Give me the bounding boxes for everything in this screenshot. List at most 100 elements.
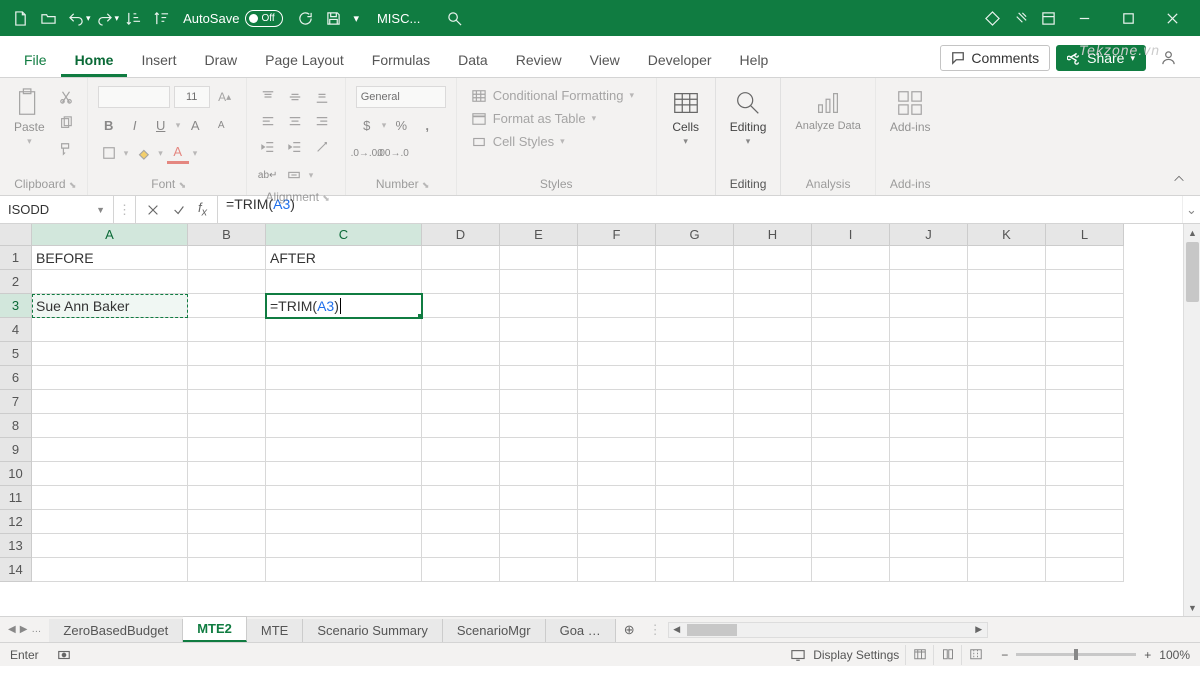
sheet-tab[interactable]: MTE2 [183,616,247,642]
cell-I10[interactable] [812,462,890,486]
cell-styles-button[interactable]: Cell Styles▾ [467,132,569,151]
cell-G6[interactable] [656,366,734,390]
cell-K11[interactable] [968,486,1046,510]
column-header[interactable]: E [500,224,578,246]
copy-icon[interactable] [55,112,77,134]
align-bottom-icon[interactable] [311,86,333,108]
cell-E12[interactable] [500,510,578,534]
cell-E2[interactable] [500,270,578,294]
cell-E1[interactable] [500,246,578,270]
cell-I2[interactable] [812,270,890,294]
clipboard-launcher-icon[interactable]: ⬊ [69,180,77,190]
cell-E5[interactable] [500,342,578,366]
cell-H3[interactable] [734,294,812,318]
display-settings-icon[interactable] [787,644,809,666]
account-icon[interactable] [1154,43,1182,71]
scroll-up-icon[interactable]: ▲ [1184,224,1200,241]
cell-B2[interactable] [188,270,266,294]
cell-K12[interactable] [968,510,1046,534]
cell-A12[interactable] [32,510,188,534]
tab-help[interactable]: Help [726,42,783,77]
save-icon[interactable] [319,4,347,32]
align-right-icon[interactable] [311,111,333,133]
cell-J10[interactable] [890,462,968,486]
macro-record-icon[interactable] [53,644,75,666]
cell-B12[interactable] [188,510,266,534]
cell-K4[interactable] [968,318,1046,342]
cell-E13[interactable] [500,534,578,558]
sort-asc-icon[interactable] [119,4,147,32]
cell-A14[interactable] [32,558,188,582]
cell-B4[interactable] [188,318,266,342]
sheet-tab[interactable]: ScenarioMgr [443,619,546,642]
cell-F6[interactable] [578,366,656,390]
column-header[interactable]: L [1046,224,1124,246]
column-header[interactable]: F [578,224,656,246]
cell-B6[interactable] [188,366,266,390]
grow-font-icon[interactable]: A [184,114,206,136]
cell-F4[interactable] [578,318,656,342]
cell-J14[interactable] [890,558,968,582]
alignment-launcher-icon[interactable]: ⬊ [322,193,330,203]
cell-H11[interactable] [734,486,812,510]
cell-D3[interactable] [422,294,500,318]
cell-J7[interactable] [890,390,968,414]
add-sheet-icon[interactable]: ⊕ [616,622,643,638]
column-header[interactable]: B [188,224,266,246]
cell-I13[interactable] [812,534,890,558]
cell-G1[interactable] [656,246,734,270]
cell-C3[interactable]: =TRIM(A3) [266,294,422,318]
cut-icon[interactable] [55,86,77,108]
cell-G12[interactable] [656,510,734,534]
row-header[interactable]: 11 [0,486,32,510]
cell-F3[interactable] [578,294,656,318]
touch-mode-icon[interactable] [1006,4,1034,32]
cell-B8[interactable] [188,414,266,438]
conditional-formatting-button[interactable]: Conditional Formatting▾ [467,86,638,105]
page-layout-view-icon[interactable] [933,645,961,665]
cell-C12[interactable] [266,510,422,534]
cell-A10[interactable] [32,462,188,486]
comments-button[interactable]: Comments [940,45,1050,71]
refresh-icon[interactable] [291,4,319,32]
cell-J4[interactable] [890,318,968,342]
cell-B1[interactable] [188,246,266,270]
tab-draw[interactable]: Draw [190,42,251,77]
editing-button[interactable]: Editing ▾ [726,86,771,149]
scroll-down-icon[interactable]: ▼ [1184,599,1200,616]
cell-D6[interactable] [422,366,500,390]
new-file-icon[interactable] [6,4,34,32]
sheet-tab[interactable]: MTE [247,619,303,642]
cell-D11[interactable] [422,486,500,510]
increase-decimal-icon[interactable]: .0→.00 [356,142,378,164]
cell-G8[interactable] [656,414,734,438]
cell-L7[interactable] [1046,390,1124,414]
cell-L11[interactable] [1046,486,1124,510]
cell-H4[interactable] [734,318,812,342]
border-icon[interactable] [98,142,120,164]
tab-file[interactable]: File [10,42,61,77]
page-break-view-icon[interactable] [961,645,989,665]
cell-H9[interactable] [734,438,812,462]
row-header[interactable]: 12 [0,510,32,534]
cell-H6[interactable] [734,366,812,390]
row-header[interactable]: 7 [0,390,32,414]
align-top-icon[interactable] [257,86,279,108]
zoom-level[interactable]: 100% [1159,648,1190,662]
merge-icon[interactable] [283,164,305,186]
cell-C10[interactable] [266,462,422,486]
cell-J2[interactable] [890,270,968,294]
autosave-toggle[interactable]: AutoSave Off [183,10,283,27]
cell-F8[interactable] [578,414,656,438]
analyze-data-button[interactable]: Analyze Data [791,86,864,134]
fill-color-icon[interactable] [132,142,154,164]
cell-F11[interactable] [578,486,656,510]
tab-review[interactable]: Review [502,42,576,77]
cell-L1[interactable] [1046,246,1124,270]
cell-K9[interactable] [968,438,1046,462]
cell-F14[interactable] [578,558,656,582]
minimize-icon[interactable] [1062,0,1106,36]
zoom-out-icon[interactable]: − [1001,648,1008,662]
cell-E3[interactable] [500,294,578,318]
number-launcher-icon[interactable]: ⬊ [422,180,430,190]
